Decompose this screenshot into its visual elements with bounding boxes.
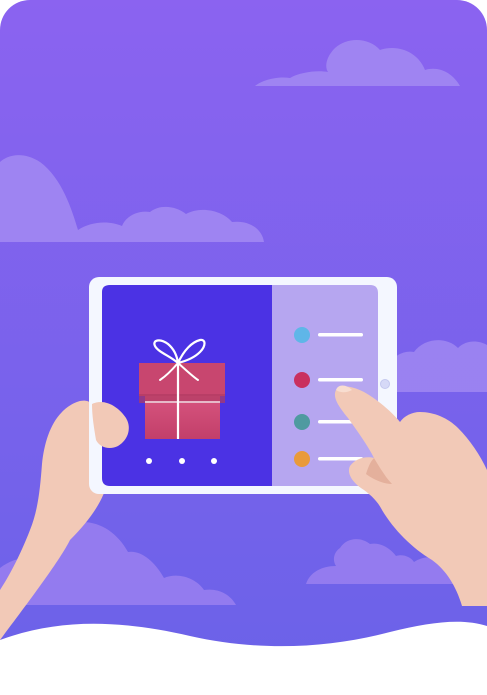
option-line: [318, 378, 363, 382]
carousel-dot-2[interactable]: [179, 458, 185, 464]
option-line: [318, 333, 363, 337]
option-color-dot: [294, 327, 310, 343]
tablet-home-button[interactable]: [380, 379, 390, 389]
option-color-dot: [294, 451, 310, 467]
illustration: [0, 0, 487, 695]
option-color-dot: [294, 372, 310, 388]
option-line: [318, 457, 363, 461]
gift-box-lid: [139, 363, 225, 396]
option-color-dot: [294, 414, 310, 430]
tablet-screen-right: [272, 285, 378, 486]
carousel-dot-3[interactable]: [211, 458, 217, 464]
carousel-dot-1[interactable]: [146, 458, 152, 464]
illustration-canvas: [0, 0, 487, 695]
